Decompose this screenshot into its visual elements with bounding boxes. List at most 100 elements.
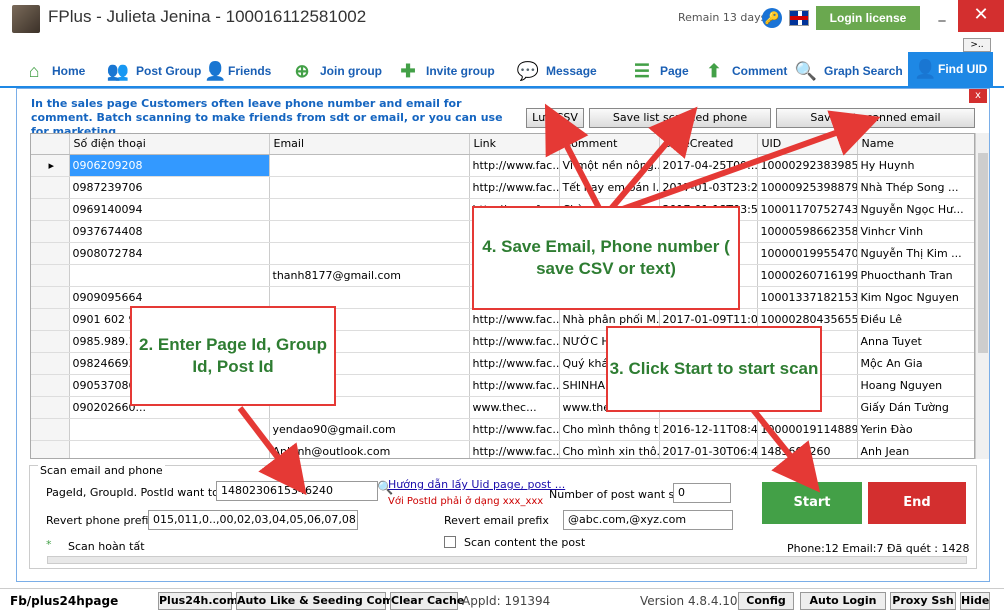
scan-content-checkbox[interactable] bbox=[444, 536, 456, 548]
col-phone[interactable]: Số điện thoại bbox=[69, 134, 270, 155]
row-selector[interactable] bbox=[31, 286, 70, 309]
more-tabs-button[interactable]: >.. bbox=[963, 38, 991, 52]
cell-name[interactable]: Kim Ngoc Nguyen bbox=[857, 286, 974, 309]
tab-invite-group[interactable]: ✚ Invite group bbox=[394, 56, 494, 86]
cell-uid[interactable]: 100000191148895 bbox=[757, 418, 858, 441]
cell-link[interactable]: http://www.fac... bbox=[469, 154, 560, 177]
guide-link[interactable]: Hướng dẫn lấy Uid page, post ... bbox=[388, 478, 565, 491]
row-selector[interactable] bbox=[31, 220, 70, 243]
cell-link[interactable]: http://www.fac... bbox=[469, 176, 560, 199]
row-selector[interactable] bbox=[31, 242, 70, 265]
cell-email[interactable]: thanh8177@gmail.com bbox=[269, 264, 470, 287]
cell-phone[interactable]: 0909095664 bbox=[69, 286, 270, 309]
col-datecreated[interactable]: DateCreated bbox=[659, 134, 758, 155]
row-selector[interactable]: ▸ bbox=[31, 154, 70, 177]
table-row[interactable]: ▸ 0906209208 http://www.fac... Vì một nền n… bbox=[31, 154, 974, 177]
cell-uid[interactable]: 100000199554707 bbox=[757, 242, 858, 265]
col-comment[interactable]: Comment bbox=[559, 134, 660, 155]
auto-login-button[interactable]: Auto Login bbox=[800, 592, 886, 610]
tab-post-group[interactable]: 👥 Post Group bbox=[104, 56, 202, 86]
cell-date[interactable]: 2017-01-30T06:4... bbox=[659, 440, 758, 458]
cell-name[interactable]: Điều Lê bbox=[857, 308, 974, 331]
col-name[interactable]: Name bbox=[857, 134, 974, 155]
col-link[interactable]: Link bbox=[469, 134, 560, 155]
cell-name[interactable]: Mộc An Gia bbox=[857, 352, 974, 375]
tab-page[interactable]: ☰ Page bbox=[628, 56, 689, 86]
cell-name[interactable]: Phuocthanh Tran bbox=[857, 264, 974, 287]
cell-phone[interactable]: 0908072784 bbox=[69, 242, 270, 265]
cell-date[interactable]: 2017-04-25T09:... bbox=[659, 154, 758, 177]
cell-link[interactable]: http://www.fac... bbox=[469, 308, 560, 331]
save-email-button[interactable]: Save list scanned email bbox=[776, 108, 975, 128]
row-selector[interactable] bbox=[31, 396, 70, 419]
tab-find-uid[interactable]: 👤 Find UID bbox=[908, 52, 994, 86]
cell-name[interactable]: Hoang Nguyen bbox=[857, 374, 974, 397]
cell-email[interactable] bbox=[269, 286, 470, 309]
cell-uid[interactable]: 100011707527431 bbox=[757, 198, 858, 221]
cell-name[interactable]: Hy Huynh bbox=[857, 154, 974, 177]
cell-name[interactable]: Anh Jean bbox=[857, 440, 974, 458]
uk-flag-icon[interactable] bbox=[789, 10, 809, 26]
cell-link[interactable]: http://www.fac... bbox=[469, 330, 560, 353]
row-selector[interactable] bbox=[31, 264, 70, 287]
table-row[interactable]: Anh.nh@outlook.com http://www.fac... Cho m… bbox=[31, 440, 974, 458]
col-email[interactable]: Email bbox=[269, 134, 470, 155]
panel-close-button[interactable]: x bbox=[969, 89, 987, 103]
cell-phone[interactable] bbox=[69, 440, 270, 458]
grid-vertical-scrollbar[interactable] bbox=[975, 133, 989, 459]
row-selector[interactable] bbox=[31, 330, 70, 353]
tab-message[interactable]: 💬 Message bbox=[514, 56, 597, 86]
cell-link[interactable]: http://www.fac... bbox=[469, 374, 560, 397]
tab-graph-search[interactable]: 🔍 Graph Search bbox=[792, 56, 903, 86]
cell-comment[interactable]: Cho mình thông ti... bbox=[559, 418, 660, 441]
row-selector[interactable] bbox=[31, 308, 70, 331]
cell-phone[interactable]: 0969140094 bbox=[69, 198, 270, 221]
cell-uid[interactable]: 100013371821534 bbox=[757, 286, 858, 309]
horizontal-scrollbar[interactable] bbox=[47, 556, 967, 564]
cell-link[interactable]: www.thec... bbox=[469, 396, 560, 419]
cell-email[interactable] bbox=[269, 220, 470, 243]
start-button[interactable]: Start bbox=[762, 482, 862, 524]
table-row[interactable]: 0987239706 http://www.fac... Tết nay em bá… bbox=[31, 176, 974, 199]
phone-prefix-input[interactable]: 015,011,0..,00,02,03,04,05,06,07,08 bbox=[148, 510, 358, 530]
auto-like-button[interactable]: Auto Like & Seeding Com... bbox=[236, 592, 406, 610]
cell-uid[interactable]: 100005986623581 bbox=[757, 220, 858, 243]
pageid-input[interactable]: 1480230615346240 bbox=[216, 481, 378, 501]
close-window-button[interactable]: ✕ bbox=[958, 0, 1004, 32]
cell-date[interactable]: 2017-01-03T23:2... bbox=[659, 176, 758, 199]
row-selector[interactable] bbox=[31, 418, 70, 441]
row-selector[interactable] bbox=[31, 352, 70, 375]
cell-date[interactable]: 2016-12-11T08:4... bbox=[659, 418, 758, 441]
login-license-button[interactable]: Login license bbox=[816, 6, 920, 30]
cell-email[interactable]: Anh.nh@outlook.com bbox=[269, 440, 470, 458]
cell-uid[interactable]: 100002607161996 bbox=[757, 264, 858, 287]
hide-button[interactable]: Hide bbox=[960, 592, 990, 610]
col-uid[interactable]: UID bbox=[757, 134, 858, 155]
row-selector[interactable] bbox=[31, 198, 70, 221]
end-button[interactable]: End bbox=[868, 482, 966, 524]
cell-name[interactable]: Nguyễn Thị Kim ... bbox=[857, 242, 974, 265]
cell-phone[interactable] bbox=[69, 264, 270, 287]
cell-link[interactable]: http://www.fac... bbox=[469, 352, 560, 375]
tab-home[interactable]: ⌂ Home bbox=[20, 56, 86, 86]
cell-name[interactable]: Vinhcr Vinh bbox=[857, 220, 974, 243]
cell-comment[interactable]: Tết nay em bán l... bbox=[559, 176, 660, 199]
proxy-ssh-button[interactable]: Proxy Ssh bbox=[890, 592, 956, 610]
num-post-input[interactable]: 0 bbox=[673, 483, 731, 503]
cell-email[interactable] bbox=[269, 242, 470, 265]
row-selector[interactable] bbox=[31, 440, 70, 458]
cell-name[interactable]: Nguyễn Ngọc Hư... bbox=[857, 198, 974, 221]
save-csv-button[interactable]: Lưu CSV bbox=[526, 108, 584, 128]
row-selector[interactable] bbox=[31, 176, 70, 199]
cell-name[interactable]: Nhà Thép Song ... bbox=[857, 176, 974, 199]
tab-comment[interactable]: ⬆ Comment bbox=[700, 56, 787, 86]
row-selector[interactable] bbox=[31, 374, 70, 397]
cell-link[interactable]: http://www.fac... bbox=[469, 418, 560, 441]
config-button[interactable]: Config bbox=[738, 592, 794, 610]
cell-name[interactable]: Giấy Dán Tường bbox=[857, 396, 974, 419]
cell-email[interactable] bbox=[269, 198, 470, 221]
cell-comment[interactable]: Vì một nền nông... bbox=[559, 154, 660, 177]
table-row[interactable]: yendao90@gmail.com http://www.fac... Cho m… bbox=[31, 418, 974, 441]
cell-phone[interactable]: 0987239706 bbox=[69, 176, 270, 199]
cell-phone[interactable]: 0937674408 bbox=[69, 220, 270, 243]
